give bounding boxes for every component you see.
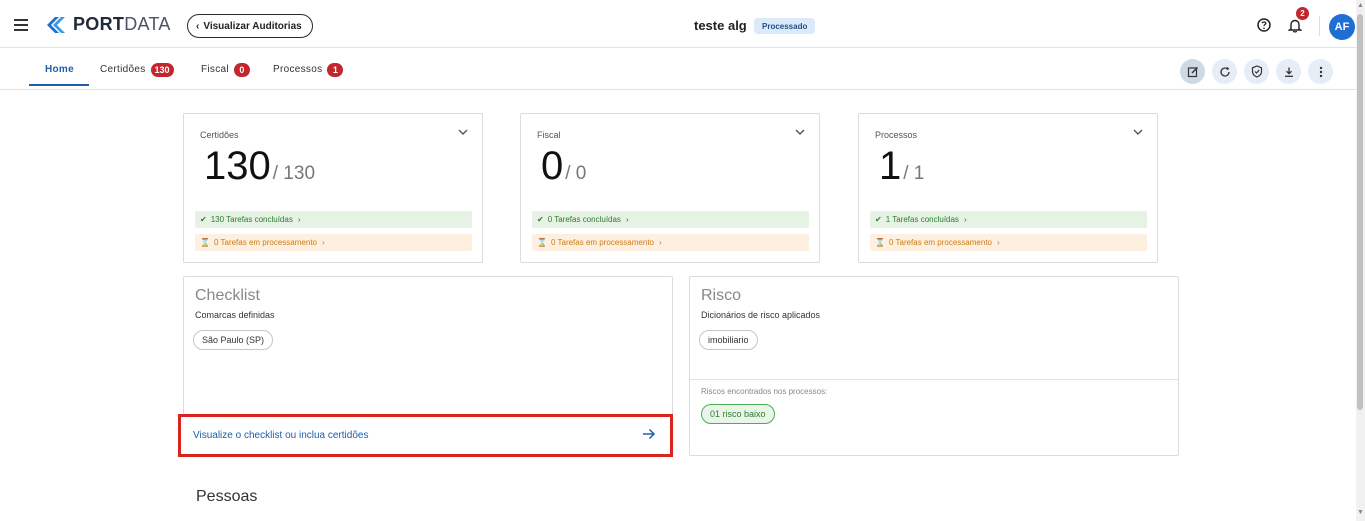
risk-panel: Risco Dicionários de risco aplicados imo…	[689, 276, 1179, 456]
edit-icon	[1187, 66, 1198, 77]
card-label: Processos	[875, 130, 918, 140]
tasks-processing-row[interactable]: ⌛ 0 Tarefas em processamento ›	[532, 234, 809, 251]
download-button[interactable]	[1276, 59, 1301, 84]
hourglass-icon: ⌛	[200, 238, 210, 247]
shield-button[interactable]	[1244, 59, 1269, 84]
chevron-left-icon: ‹	[196, 20, 200, 32]
tasks-processing-row[interactable]: ⌛ 0 Tarefas em processamento ›	[870, 234, 1147, 251]
check-icon: ✔	[200, 215, 207, 224]
view-audits-button[interactable]: ‹ Visualizar Auditorias	[187, 14, 313, 38]
avatar[interactable]: AF	[1329, 14, 1355, 40]
tab-certidoes[interactable]: Certidões 130	[100, 49, 174, 90]
refresh-button[interactable]	[1212, 59, 1237, 84]
logo-text: PORTDATA	[73, 14, 171, 34]
notification-count-badge: 2	[1296, 7, 1309, 20]
chevron-down-icon[interactable]	[1133, 128, 1143, 136]
risks-found-label: Riscos encontrados nos processos:	[701, 387, 828, 396]
risk-subtitle: Dicionários de risco aplicados	[701, 310, 821, 320]
tab-bar: Home Certidões 130 Fiscal 0 Processos 1	[0, 49, 1356, 90]
risk-level-chip[interactable]: 01 risco baixo	[701, 404, 775, 424]
chevron-right-icon: ›	[658, 238, 662, 247]
comarca-chip[interactable]: São Paulo (SP)	[193, 330, 274, 350]
card-value: 130	[204, 144, 271, 188]
tasks-done-row[interactable]: ✔ 130 Tarefas concluídas ›	[195, 211, 472, 228]
tasks-done-label: 0 Tarefas concluídas	[547, 215, 621, 224]
hourglass-icon: ⌛	[875, 238, 885, 247]
summary-card-processos: Processos 1 / 1 ✔ 1 Tarefas concluídas ›…	[858, 113, 1158, 263]
card-label: Fiscal	[537, 130, 561, 140]
view-checklist-link[interactable]: Visualize o checklist ou inclua certidõe…	[178, 414, 673, 457]
tab-fiscal-label: Fiscal	[201, 64, 229, 75]
view-checklist-label: Visualize o checklist ou inclua certidõe…	[193, 430, 369, 441]
card-total: / 1	[903, 163, 925, 184]
summary-card-fiscal: Fiscal 0 / 0 ✔ 0 Tarefas concluídas › ⌛ …	[520, 113, 820, 263]
edit-button[interactable]	[1180, 59, 1205, 84]
checklist-subtitle: Comarcas definidas	[195, 310, 275, 320]
tasks-processing-label: 0 Tarefas em processamento	[550, 238, 654, 247]
tasks-done-row[interactable]: ✔ 1 Tarefas concluídas ›	[870, 211, 1147, 228]
portdata-logo-icon	[47, 16, 65, 33]
card-count: 1 / 1	[879, 144, 924, 189]
checklist-title: Checklist	[195, 287, 260, 304]
help-icon[interactable]	[1257, 18, 1271, 32]
scroll-down-arrow-icon[interactable]: ▼	[1357, 509, 1364, 516]
card-total: / 130	[272, 163, 316, 184]
card-count: 0 / 0	[541, 144, 586, 189]
refresh-icon	[1219, 66, 1230, 77]
risk-dictionary-chip[interactable]: imobiliario	[699, 330, 758, 350]
tab-certidoes-label: Certidões	[100, 64, 146, 75]
card-value: 0	[541, 144, 564, 188]
check-icon: ✔	[875, 215, 882, 224]
chevron-right-icon: ›	[963, 215, 967, 224]
card-value: 1	[879, 144, 902, 188]
chevron-down-icon[interactable]	[795, 128, 805, 136]
tasks-processing-label: 0 Tarefas em processamento	[888, 238, 992, 247]
tasks-done-label: 1 Tarefas concluídas	[885, 215, 959, 224]
risk-title: Risco	[701, 287, 742, 304]
tab-fiscal-badge: 0	[233, 62, 250, 77]
tab-home-label: Home	[45, 64, 74, 75]
card-count: 130 / 130	[204, 144, 315, 189]
hourglass-icon: ⌛	[537, 238, 547, 247]
shield-check-icon	[1251, 65, 1262, 78]
tab-processos[interactable]: Processos 1	[273, 49, 344, 90]
tab-processos-badge: 1	[327, 62, 344, 77]
scroll-up-arrow-icon[interactable]: ▲	[1357, 2, 1364, 9]
chevron-right-icon: ›	[297, 215, 301, 224]
chevron-right-icon: ›	[996, 238, 1000, 247]
status-badge: Processado	[754, 18, 816, 34]
scrollbar-thumb[interactable]	[1357, 14, 1363, 410]
tasks-processing-row[interactable]: ⌛ 0 Tarefas em processamento ›	[195, 234, 472, 251]
top-bar: PORTDATA ‹ Visualizar Auditorias teste a…	[0, 5, 1356, 48]
arrow-right-icon	[643, 428, 656, 440]
hamburger-menu-icon[interactable]	[14, 19, 28, 31]
tab-certidoes-badge: 130	[150, 62, 174, 77]
chevron-down-icon[interactable]	[458, 128, 468, 136]
more-options-button[interactable]	[1308, 59, 1333, 84]
tasks-done-row[interactable]: ✔ 0 Tarefas concluídas ›	[532, 211, 809, 228]
tab-processos-label: Processos	[273, 64, 323, 75]
download-icon	[1284, 67, 1293, 77]
notification-bell-icon[interactable]	[1288, 18, 1302, 33]
card-total: / 0	[565, 163, 587, 184]
active-tab-indicator	[29, 84, 89, 86]
summary-card-certidoes: Certidões 130 / 130 ✔ 130 Tarefas conclu…	[183, 113, 483, 263]
chevron-right-icon: ›	[625, 215, 629, 224]
portdata-logo[interactable]: PORTDATA	[45, 14, 171, 35]
divider	[690, 379, 1178, 380]
card-label: Certidões	[200, 130, 239, 140]
tasks-done-label: 130 Tarefas concluídas	[210, 215, 293, 224]
page-title: teste alg	[694, 18, 747, 33]
tasks-processing-label: 0 Tarefas em processamento	[213, 238, 317, 247]
header-divider	[1319, 16, 1320, 36]
chevron-right-icon: ›	[321, 238, 325, 247]
tab-fiscal[interactable]: Fiscal 0	[201, 49, 250, 90]
check-icon: ✔	[537, 215, 544, 224]
view-audits-label: Visualizar Auditorias	[203, 20, 302, 32]
section-title-pessoas: Pessoas	[196, 488, 258, 505]
more-vertical-icon	[1319, 66, 1322, 77]
